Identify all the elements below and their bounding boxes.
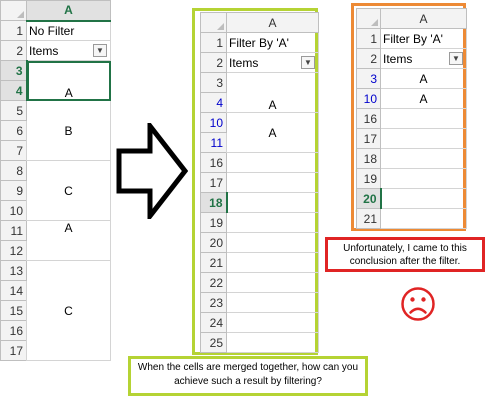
row-header[interactable]: 19 — [200, 212, 227, 233]
row-header[interactable]: 1 — [0, 20, 27, 41]
row-header[interactable]: 11 — [200, 132, 227, 153]
cell[interactable] — [380, 128, 467, 149]
title-cell[interactable]: Filter By 'A' — [226, 32, 319, 53]
row-header[interactable]: 21 — [200, 252, 227, 273]
row-header[interactable]: 13 — [0, 260, 27, 281]
row-header[interactable]: 19 — [356, 168, 381, 189]
cell[interactable] — [226, 172, 319, 193]
title-cell[interactable]: Filter By 'A' — [380, 28, 467, 49]
select-all-corner[interactable] — [200, 12, 227, 33]
row-header[interactable]: 10 — [200, 112, 227, 133]
merged-cell[interactable]: C — [26, 160, 111, 221]
row-header[interactable]: 3 — [0, 60, 28, 81]
row-header[interactable]: 8 — [0, 160, 27, 181]
row-header[interactable]: 17 — [200, 172, 227, 193]
row-header[interactable]: 18 — [200, 192, 228, 213]
items-header-cell[interactable]: Items ▼ — [26, 40, 111, 61]
cell[interactable] — [380, 108, 467, 129]
cell[interactable] — [226, 272, 319, 293]
row-header[interactable]: 9 — [0, 180, 27, 201]
row-header[interactable]: 23 — [200, 292, 227, 313]
items-label: Items — [383, 51, 413, 66]
cell[interactable] — [226, 232, 319, 253]
row-header[interactable]: 6 — [0, 120, 27, 141]
cell[interactable] — [380, 188, 467, 209]
cell[interactable] — [380, 208, 467, 229]
row-header[interactable]: 4 — [0, 80, 28, 101]
items-label: Items — [229, 55, 259, 70]
question-note: When the cells are merged together, how … — [128, 356, 368, 396]
items-label: Items — [29, 43, 59, 58]
row-header[interactable]: 16 — [0, 320, 27, 341]
sheet-unfiltered: A 1 No Filter 2 Items ▼ 3 A 4 5 B 6 7 8 … — [0, 0, 111, 361]
filter-dropdown-icon[interactable]: ▼ — [93, 44, 107, 57]
merged-cell[interactable]: A — [26, 220, 111, 261]
cell[interactable] — [226, 152, 319, 173]
row-header[interactable]: 10 — [356, 88, 381, 109]
row-header[interactable]: 5 — [0, 100, 27, 121]
row-header[interactable]: 22 — [200, 272, 227, 293]
merged-cell[interactable]: A — [26, 60, 111, 101]
select-all-corner[interactable] — [0, 0, 27, 21]
row-header[interactable]: 11 — [0, 220, 27, 241]
conclusion-note: Unfortunately, I came to this conclusion… — [325, 237, 485, 272]
sheet-actual-filter: A 1 Filter By 'A' 2 Items ▼ 3 A 10 A 16 … — [356, 8, 467, 229]
row-header[interactable]: 1 — [356, 28, 381, 49]
row-header[interactable]: 15 — [0, 300, 27, 321]
row-header[interactable]: 20 — [356, 188, 382, 209]
row-header[interactable]: 18 — [356, 148, 381, 169]
row-header[interactable]: 1 — [200, 32, 227, 53]
cell[interactable] — [226, 192, 319, 213]
row-header[interactable]: 17 — [0, 340, 27, 361]
right-arrow-icon — [116, 123, 188, 219]
items-header-cell[interactable]: Items ▼ — [226, 52, 319, 73]
cell[interactable] — [226, 332, 319, 353]
merged-cell[interactable]: A — [226, 112, 319, 153]
row-header[interactable]: 16 — [356, 108, 381, 129]
cell[interactable] — [380, 148, 467, 169]
merged-cell[interactable]: A — [226, 72, 319, 113]
column-header-a[interactable]: A — [26, 0, 111, 22]
cell[interactable]: A — [380, 88, 467, 109]
title-cell[interactable]: No Filter — [26, 20, 111, 41]
cell[interactable] — [226, 212, 319, 233]
row-header[interactable]: 25 — [200, 332, 227, 353]
merged-cell[interactable]: B — [26, 100, 111, 161]
column-header-a[interactable]: A — [226, 12, 319, 33]
row-header[interactable]: 17 — [356, 128, 381, 149]
filter-active-icon[interactable]: ▼ — [301, 56, 315, 69]
filter-active-icon[interactable]: ▼ — [449, 52, 463, 65]
row-header[interactable]: 16 — [200, 152, 227, 173]
row-header[interactable]: 3 — [200, 72, 227, 93]
row-header[interactable]: 3 — [356, 68, 381, 89]
row-header[interactable]: 12 — [0, 240, 27, 261]
sheet-desired-filter: A 1 Filter By 'A' 2 Items ▼ 3 A 4 10 A 1… — [200, 12, 319, 353]
select-all-corner[interactable] — [356, 8, 381, 29]
cell[interactable]: A — [380, 68, 467, 89]
row-header[interactable]: 10 — [0, 200, 27, 221]
items-header-cell[interactable]: Items ▼ — [380, 48, 467, 69]
row-header[interactable]: 4 — [200, 92, 227, 113]
row-header[interactable]: 2 — [0, 40, 27, 61]
cell[interactable] — [380, 168, 467, 189]
row-header[interactable]: 21 — [356, 208, 381, 229]
cell[interactable] — [226, 312, 319, 333]
cell[interactable] — [226, 252, 319, 273]
column-header-a[interactable]: A — [380, 8, 467, 29]
row-header[interactable]: 24 — [200, 312, 227, 333]
merged-cell[interactable]: C — [26, 260, 111, 361]
cell[interactable] — [226, 292, 319, 313]
sad-face-icon — [401, 287, 435, 321]
row-header[interactable]: 20 — [200, 232, 227, 253]
row-header[interactable]: 2 — [356, 48, 381, 69]
row-header[interactable]: 2 — [200, 52, 227, 73]
row-header[interactable]: 14 — [0, 280, 27, 301]
row-header[interactable]: 7 — [0, 140, 27, 161]
